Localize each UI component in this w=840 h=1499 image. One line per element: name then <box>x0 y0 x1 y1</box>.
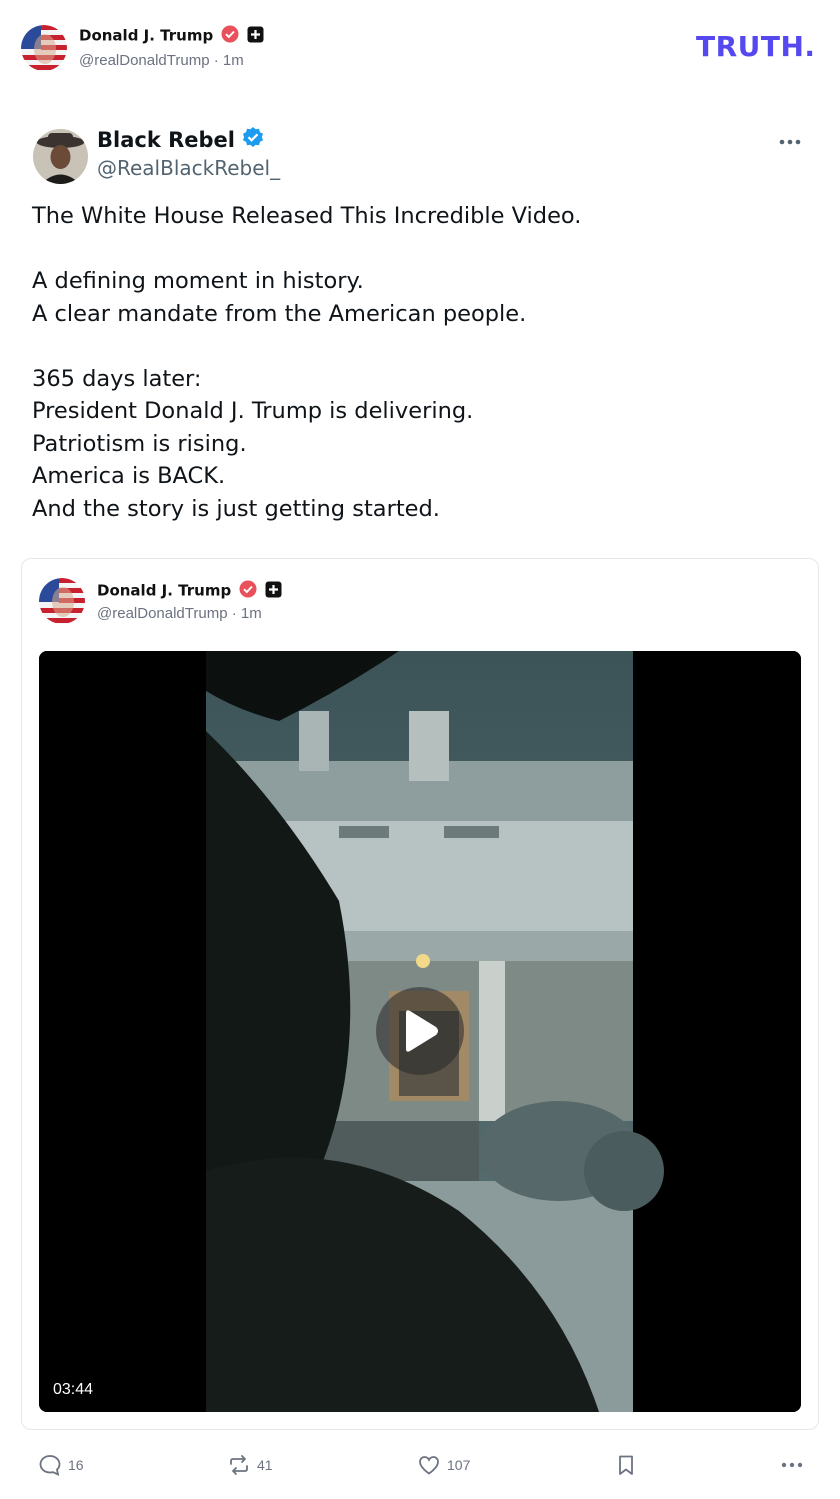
reply-icon <box>39 1455 61 1477</box>
reply-count: 16 <box>68 1457 84 1473</box>
video-duration: 03:44 <box>53 1381 94 1398</box>
like-action[interactable]: 107 <box>417 1453 470 1477</box>
more-horizontal-icon[interactable] <box>778 1453 806 1482</box>
header-handle[interactable]: @realDonaldTrump <box>79 52 210 69</box>
play-icon <box>406 1010 438 1052</box>
bookmark-icon <box>619 1455 633 1475</box>
bookmark-action[interactable] <box>614 1453 638 1482</box>
truth-logo[interactable]: TRUTH. <box>696 30 816 63</box>
quoted-author-handle[interactable]: @realDonaldTrump <box>97 605 228 622</box>
header-time[interactable]: 1m <box>223 52 244 69</box>
like-icon <box>419 1456 439 1475</box>
post-author-handle[interactable]: @RealBlackRebel_ <box>97 156 280 180</box>
quoted-name-row: Donald J. Trump <box>97 580 282 602</box>
verified-badge-icon <box>241 126 265 155</box>
quoted-author-name[interactable]: Donald J. Trump <box>97 582 231 600</box>
author-avatar[interactable] <box>21 25 67 71</box>
quoted-author-avatar[interactable] <box>39 578 85 624</box>
repost-icon <box>230 1455 248 1475</box>
play-button[interactable] <box>376 987 464 1075</box>
reply-action[interactable]: 16 <box>38 1453 84 1477</box>
repost-count: 41 <box>257 1457 273 1473</box>
post-author-avatar[interactable] <box>33 129 88 184</box>
header-name[interactable]: Donald J. Trump <box>79 27 213 45</box>
post-author-name[interactable]: Black Rebel <box>97 128 235 152</box>
verified-badge-icon <box>221 25 239 47</box>
quoted-time[interactable]: 1m <box>241 605 262 622</box>
repost-action[interactable]: 41 <box>227 1453 273 1477</box>
meta-separator: · <box>213 52 223 69</box>
quoted-meta: @realDonaldTrump · 1m <box>97 605 262 622</box>
header-name-row: Donald J. Trump <box>79 25 264 47</box>
more-icon[interactable] <box>774 130 806 154</box>
verified-badge-icon <box>239 580 257 602</box>
like-count: 107 <box>447 1457 471 1473</box>
post-text: The White House Released This Incredible… <box>32 203 582 522</box>
meta-separator: · <box>231 605 241 622</box>
header-meta: @realDonaldTrump · 1m <box>79 52 244 69</box>
post-author-name-row: Black Rebel <box>97 126 265 157</box>
plus-badge-icon <box>247 26 264 47</box>
plus-badge-icon <box>265 581 282 602</box>
